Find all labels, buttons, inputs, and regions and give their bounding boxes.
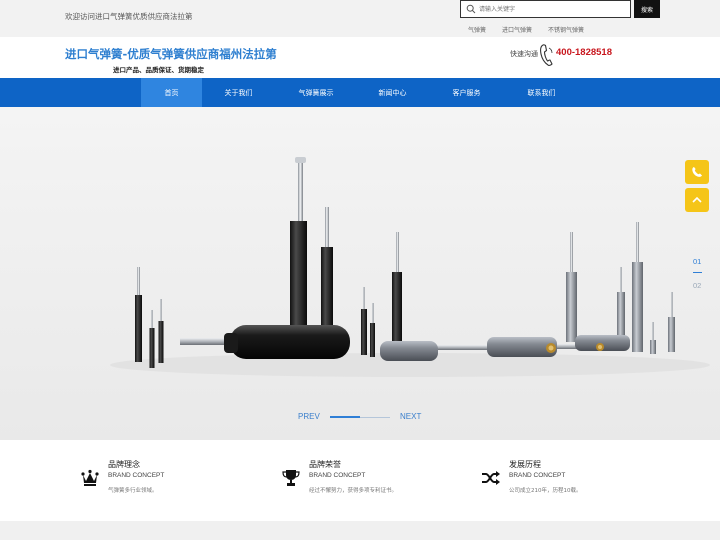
crown-icon — [81, 469, 99, 486]
features-section: 品牌理念 BRAND CONCEPT 气弹簧多行业领域。 品牌荣誉 BRAND … — [0, 440, 720, 521]
nav-item-products[interactable]: 气弹簧展示 — [281, 78, 351, 107]
nav-item-about[interactable]: 关于我们 — [208, 78, 269, 107]
trophy-icon — [282, 470, 300, 486]
next-button[interactable]: NEXT — [400, 412, 421, 421]
search-box[interactable] — [460, 0, 631, 18]
hotline-number[interactable]: 400-1828518 — [556, 47, 612, 58]
site-title[interactable]: 进口气弹簧-优质气弹簧供应商福州法拉第 — [65, 46, 277, 62]
back-to-top-button[interactable] — [685, 188, 709, 212]
feature-desc: 气弹簧多行业领域。 — [108, 488, 158, 494]
slide-progress-fill — [330, 416, 360, 418]
shuffle-icon — [482, 471, 500, 485]
phone-icon — [540, 44, 553, 66]
feature-desc: 公司成立210年，历程10载。 — [509, 488, 582, 494]
float-contact-button[interactable] — [685, 160, 709, 184]
nav-item-news[interactable]: 新闻中心 — [362, 78, 423, 107]
feature-subtitle: BRAND CONCEPT — [108, 472, 165, 479]
slide-indicator-2[interactable]: 02 — [693, 281, 701, 290]
phone-icon — [692, 167, 702, 177]
hero-banner: PREV NEXT 01 02 — [0, 107, 720, 440]
search-icon — [466, 4, 476, 14]
hot-keyword-link[interactable]: 气弹簧 — [468, 25, 486, 34]
search-button[interactable]: 搜索 — [634, 0, 660, 18]
slide-indicator-1[interactable]: 01 — [693, 257, 701, 266]
nav-item-home[interactable]: 首页 — [141, 78, 202, 107]
main-nav: 首页 关于我们 气弹簧展示 新闻中心 客户服务 联系我们 — [0, 78, 720, 107]
hot-keyword-link[interactable]: 不锈钢气弹簧 — [548, 25, 584, 34]
nav-item-contact[interactable]: 联系我们 — [511, 78, 572, 107]
feature-title: 品牌理念 — [108, 460, 140, 469]
chevron-up-icon — [692, 196, 702, 203]
welcome-text: 欢迎访问进口气弹簧优质供应商法拉第 — [65, 12, 193, 21]
hotline-label: 快速沟通 — [510, 50, 538, 58]
footer-strip — [0, 521, 720, 540]
hot-keyword-link[interactable]: 进口气弹簧 — [502, 25, 532, 34]
feature-title: 发展历程 — [509, 460, 541, 469]
feature-subtitle: BRAND CONCEPT — [309, 472, 366, 479]
hot-keywords: 气弹簧 进口气弹簧 不锈钢气弹簧 — [468, 25, 584, 34]
feature-title: 品牌荣誉 — [309, 460, 341, 469]
feature-desc: 经过不懈努力，获得多项专利证书。 — [309, 488, 398, 494]
top-bar: 欢迎访问进口气弹簧优质供应商法拉第 搜索 气弹簧 进口气弹簧 不锈钢气弹簧 — [0, 0, 720, 37]
feature-subtitle: BRAND CONCEPT — [509, 472, 566, 479]
prev-button[interactable]: PREV — [298, 412, 320, 421]
slide-indicator-line — [693, 272, 702, 273]
site-header: 进口气弹簧-优质气弹簧供应商福州法拉第 进口产品、品质保证、货期稳定 快速沟通 … — [0, 37, 720, 78]
gas-spring-product-image — [110, 157, 710, 377]
search-input[interactable] — [479, 2, 627, 16]
site-slogan: 进口产品、品质保证、货期稳定 — [113, 66, 204, 74]
nav-item-service[interactable]: 客户服务 — [436, 78, 497, 107]
